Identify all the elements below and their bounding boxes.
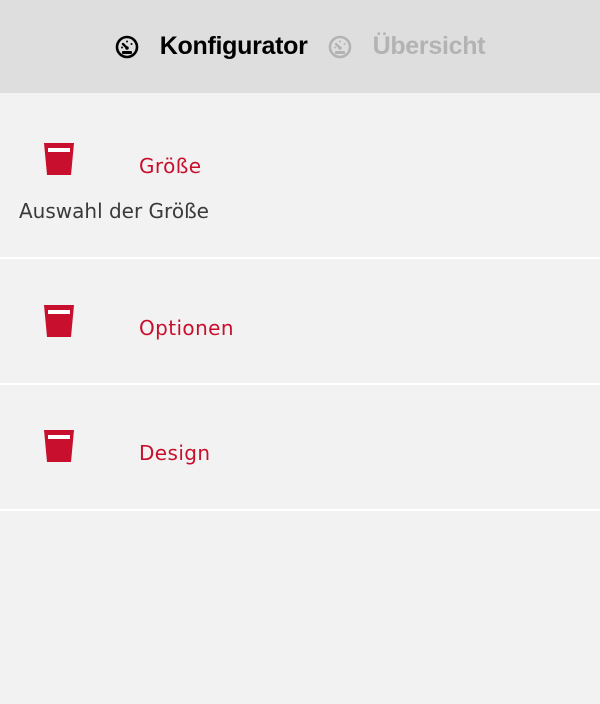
top-tab-bar: Konfigurator Übersicht: [0, 0, 600, 93]
gauge-icon: [328, 35, 352, 59]
tab-label: Konfigurator: [159, 32, 308, 60]
section-groesse[interactable]: Größe Auswahl der Größe: [0, 93, 600, 259]
cup-icon: [43, 304, 75, 338]
section-optionen[interactable]: Optionen: [0, 259, 600, 385]
tab-uebersicht[interactable]: Übersicht: [328, 32, 486, 61]
tab-label: Übersicht: [372, 32, 486, 60]
cup-icon: [43, 429, 75, 463]
section-title: Optionen: [139, 316, 234, 340]
section-title: Design: [139, 441, 211, 465]
tab-konfigurator[interactable]: Konfigurator: [115, 32, 308, 61]
gauge-icon: [115, 35, 139, 59]
section-design[interactable]: Design: [0, 385, 600, 511]
section-title: Größe: [139, 154, 202, 178]
section-description: Auswahl der Größe: [19, 199, 209, 223]
cup-icon: [43, 142, 75, 176]
